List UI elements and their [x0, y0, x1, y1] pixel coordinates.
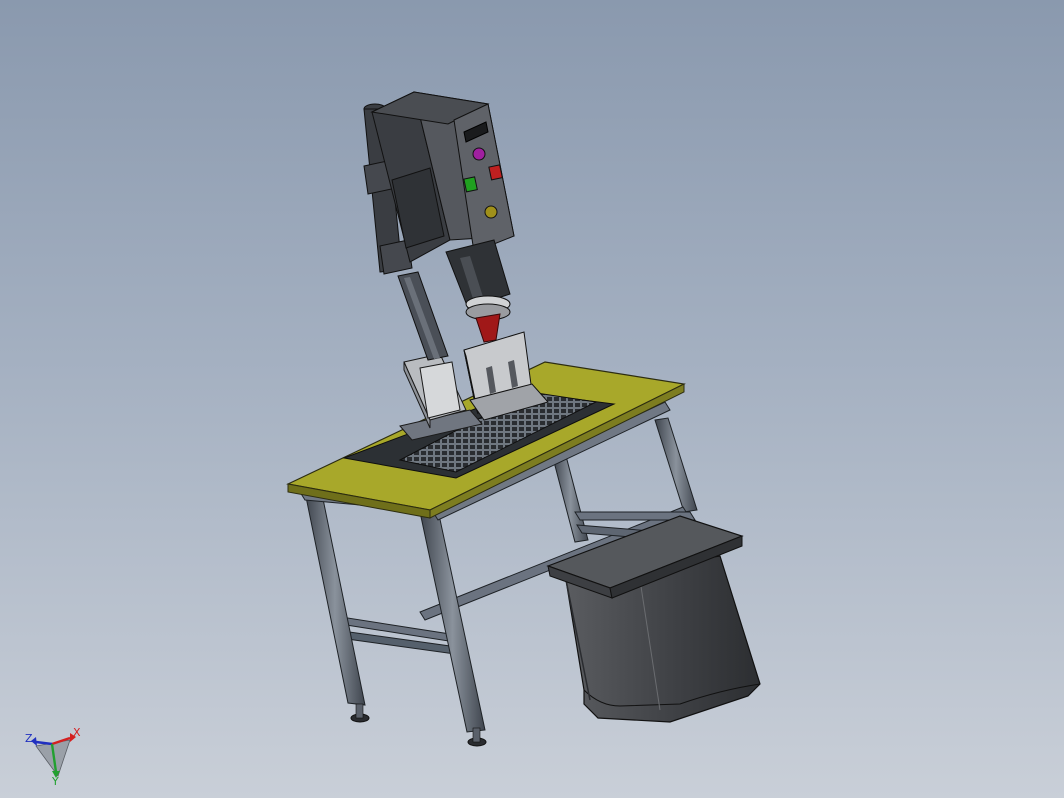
red-button	[488, 164, 503, 181]
welder-head	[363, 91, 515, 343]
stool	[546, 515, 761, 723]
orientation-triad[interactable]: X Z Y	[25, 726, 81, 788]
assembly-model[interactable]: X Z Y	[0, 0, 1064, 798]
yellow-button	[484, 205, 498, 219]
purple-button	[472, 147, 486, 161]
x-axis-label: X	[73, 726, 81, 739]
green-button	[463, 176, 478, 193]
horn	[475, 313, 501, 343]
y-axis-label: Y	[51, 775, 59, 788]
z-axis-label: Z	[25, 732, 33, 745]
cad-viewport[interactable]: X Z Y	[0, 0, 1064, 798]
z-axis-line	[35, 740, 53, 746]
